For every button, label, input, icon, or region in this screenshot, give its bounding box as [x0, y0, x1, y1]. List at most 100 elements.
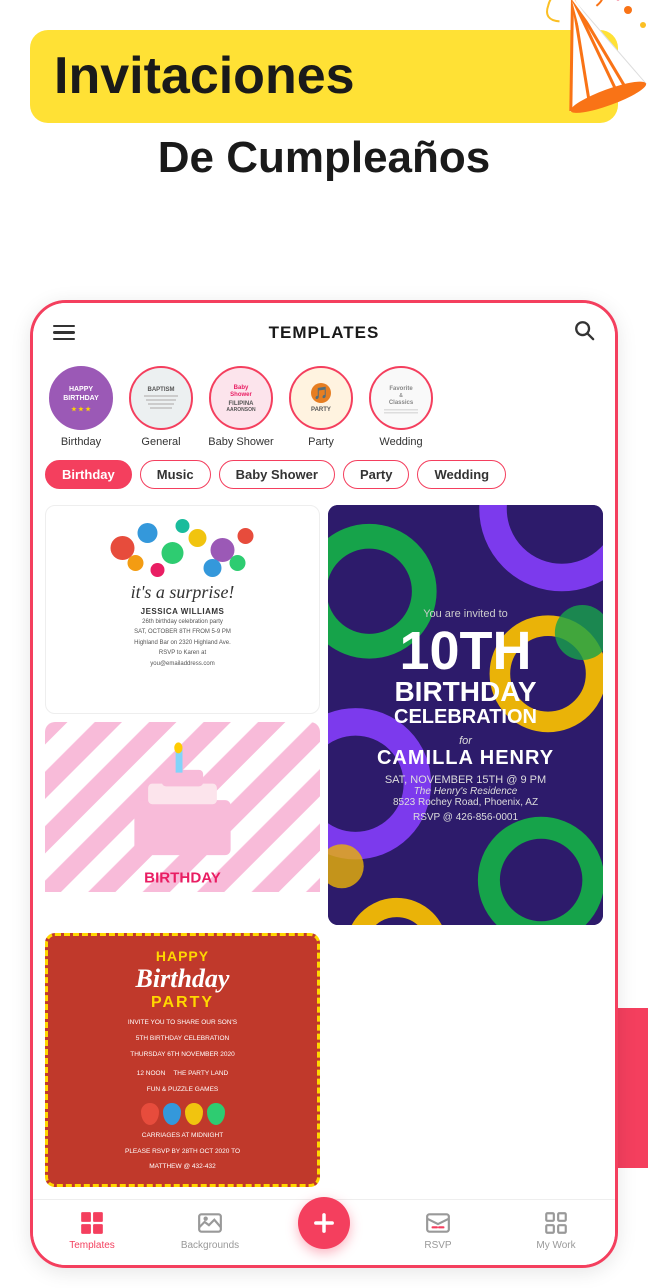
- svg-text:HAPPY: HAPPY: [69, 386, 93, 393]
- filter-party[interactable]: Party: [343, 460, 410, 489]
- category-birthday[interactable]: HAPPY BIRTHDAY ★ ★ ★ Birthday: [45, 366, 117, 448]
- search-button[interactable]: [573, 319, 595, 346]
- filter-tag-list: Birthday Music Baby Shower Party Wedding: [33, 452, 615, 497]
- filter-birthday[interactable]: Birthday: [45, 460, 132, 489]
- category-label-wedding: Wedding: [379, 436, 422, 448]
- category-circle-wedding: Favorite & Classics: [369, 366, 433, 430]
- nav-rsvp-label: RSVP: [424, 1240, 451, 1251]
- nav-templates[interactable]: Templates: [62, 1210, 122, 1251]
- svg-text:Shower: Shower: [230, 392, 252, 398]
- tenth-name: CAMILLA HENRY: [377, 747, 554, 770]
- birthday-red-party: PARTY: [151, 994, 214, 1012]
- template-card-birthday-red[interactable]: HAPPY Birthday PARTY INVITE YOU TO SHARE…: [45, 933, 320, 1187]
- category-party[interactable]: 🎵 PARTY Party: [285, 366, 357, 448]
- party-hat-decoration: [528, 0, 648, 120]
- filter-music[interactable]: Music: [140, 460, 211, 489]
- surprise-detail3: Highland Bar on 2320 Highland Ave.: [134, 639, 231, 647]
- nav-backgrounds-label: Backgrounds: [181, 1240, 239, 1251]
- dots-decoration: [54, 518, 311, 578]
- svg-text:★ ★ ★: ★ ★ ★: [71, 406, 91, 413]
- backgrounds-icon: [197, 1210, 223, 1236]
- birthday-red-birthday: Birthday: [136, 964, 230, 994]
- hero-section: Invitaciones De Cumpleaños: [0, 0, 648, 300]
- surprise-italic-text: it's a surprise!: [131, 582, 235, 603]
- surprise-email: you@emailaddress.com: [150, 660, 214, 668]
- hamburger-menu[interactable]: [53, 325, 75, 341]
- svg-text:BIRTHDAY: BIRTHDAY: [63, 395, 99, 402]
- filter-wedding[interactable]: Wedding: [417, 460, 506, 489]
- nav-templates-label: Templates: [69, 1240, 115, 1251]
- tenth-invited: You are invited to: [423, 608, 508, 620]
- template-card-surprise[interactable]: it's a surprise! JESSICA WILLIAMS 26th b…: [45, 505, 320, 714]
- plus-icon: [310, 1209, 338, 1237]
- filter-baby-shower[interactable]: Baby Shower: [219, 460, 335, 489]
- svg-text:Classics: Classics: [389, 400, 414, 406]
- tenth-celebration: CELEBRATION: [394, 706, 537, 729]
- balloon-3: [185, 1103, 203, 1125]
- bottom-navigation: Templates Backgrounds: [33, 1199, 615, 1265]
- birthday-red-sub: 5TH BIRTHDAY CELEBRATION: [136, 1034, 229, 1044]
- hero-title-line1: Invitaciones: [54, 48, 594, 105]
- birthday-red-invite: INVITE YOU TO SHARE OUR SON'S: [128, 1018, 237, 1028]
- category-circle-party: 🎵 PARTY: [289, 366, 353, 430]
- nav-my-work-label: My Work: [536, 1240, 575, 1251]
- tenth-rsvp: RSVP @ 426-856-0001: [413, 812, 518, 823]
- balloon-4: [207, 1103, 225, 1125]
- svg-text:Favorite: Favorite: [389, 386, 413, 392]
- nav-rsvp[interactable]: RSVP: [408, 1210, 468, 1251]
- svg-text:&: &: [399, 393, 403, 399]
- category-list: HAPPY BIRTHDAY ★ ★ ★ Birthday BAPTISM G: [33, 358, 615, 452]
- page-title: TEMPLATES: [269, 323, 380, 343]
- surprise-detail2: SAT, OCTOBER 8TH FROM 5-9 PM: [134, 628, 231, 636]
- balloon-row: [141, 1103, 225, 1125]
- rsvp-icon: [425, 1210, 451, 1236]
- template-grid: it's a surprise! JESSICA WILLIAMS 26th b…: [33, 497, 615, 1199]
- svg-text:BIRTHDAY: BIRTHDAY: [144, 869, 221, 886]
- nav-my-work[interactable]: My Work: [526, 1210, 586, 1251]
- svg-text:BAPTISM: BAPTISM: [148, 387, 175, 393]
- category-label-party: Party: [308, 436, 334, 448]
- category-label-baby-shower: Baby Shower: [208, 436, 273, 448]
- birthday-red-fun: FUN & PUZZLE GAMES: [147, 1085, 219, 1095]
- birthday-red-phone: MATTHEW @ 432-432: [149, 1162, 215, 1172]
- template-card-stripes[interactable]: BIRTHDAY KI...: [45, 722, 320, 926]
- tenth-birthday: BIRTHDAY: [394, 678, 536, 706]
- birthday-red-place: THE PARTY LAND: [173, 1069, 228, 1079]
- balloon-1: [141, 1103, 159, 1125]
- birthday-red-date: THURSDAY 6TH NOVEMBER 2020: [130, 1050, 235, 1060]
- surprise-detail1: 26th birthday celebration party: [142, 618, 223, 626]
- my-work-icon: [543, 1210, 569, 1236]
- hero-title-line2: De Cumpleaños: [30, 133, 618, 183]
- top-bar: TEMPLATES: [33, 303, 615, 358]
- tenth-date: SAT, NOVEMBER 15TH @ 9 PM: [385, 774, 546, 786]
- category-circle-birthday: HAPPY BIRTHDAY ★ ★ ★: [49, 366, 113, 430]
- category-label-birthday: Birthday: [61, 436, 101, 448]
- svg-text:AARONSON: AARONSON: [226, 407, 256, 413]
- stripes-card-svg: BIRTHDAY KI...: [45, 722, 320, 892]
- surprise-name: JESSICA WILLIAMS: [141, 607, 225, 616]
- category-label-general: General: [141, 436, 180, 448]
- nav-backgrounds[interactable]: Backgrounds: [180, 1210, 240, 1251]
- svg-text:Baby: Baby: [234, 385, 249, 391]
- nav-add-button[interactable]: [298, 1197, 350, 1249]
- balloon-2: [163, 1103, 181, 1125]
- templates-icon: [79, 1210, 105, 1236]
- category-circle-baby-shower: Baby Shower FILIPINA AARONSON: [209, 366, 273, 430]
- surprise-rsvp: RSVP to Karen at: [159, 649, 206, 657]
- phone-frame: TEMPLATES HAPPY BIRTHDAY ★ ★ ★ Birthday: [30, 300, 618, 1268]
- category-wedding[interactable]: Favorite & Classics Wedding: [365, 366, 437, 448]
- category-general[interactable]: BAPTISM General: [125, 366, 197, 448]
- birthday-red-carriages: CARRIAGES AT MIDNIGHT: [142, 1131, 223, 1141]
- birthday-red-rsvp: PLEASE RSVP BY 28TH OCT 2020 TO: [125, 1147, 240, 1157]
- birthday-red-happy: HAPPY: [156, 948, 209, 964]
- svg-text:PARTY: PARTY: [311, 407, 331, 413]
- tenth-venue: The Henry's Residence: [414, 786, 518, 797]
- category-circle-general: BAPTISM: [129, 366, 193, 430]
- template-card-tenth[interactable]: You are invited to 10TH BIRTHDAY CELEBRA…: [328, 505, 603, 925]
- tenth-for: for: [459, 735, 472, 747]
- birthday-red-time: 12 NOON: [137, 1069, 166, 1079]
- tenth-number: 10TH: [399, 624, 531, 678]
- tenth-address: 8523 Rochey Road, Phoenix, AZ: [393, 797, 538, 808]
- category-baby-shower[interactable]: Baby Shower FILIPINA AARONSON Baby Showe…: [205, 366, 277, 448]
- svg-text:🎵: 🎵: [314, 386, 329, 400]
